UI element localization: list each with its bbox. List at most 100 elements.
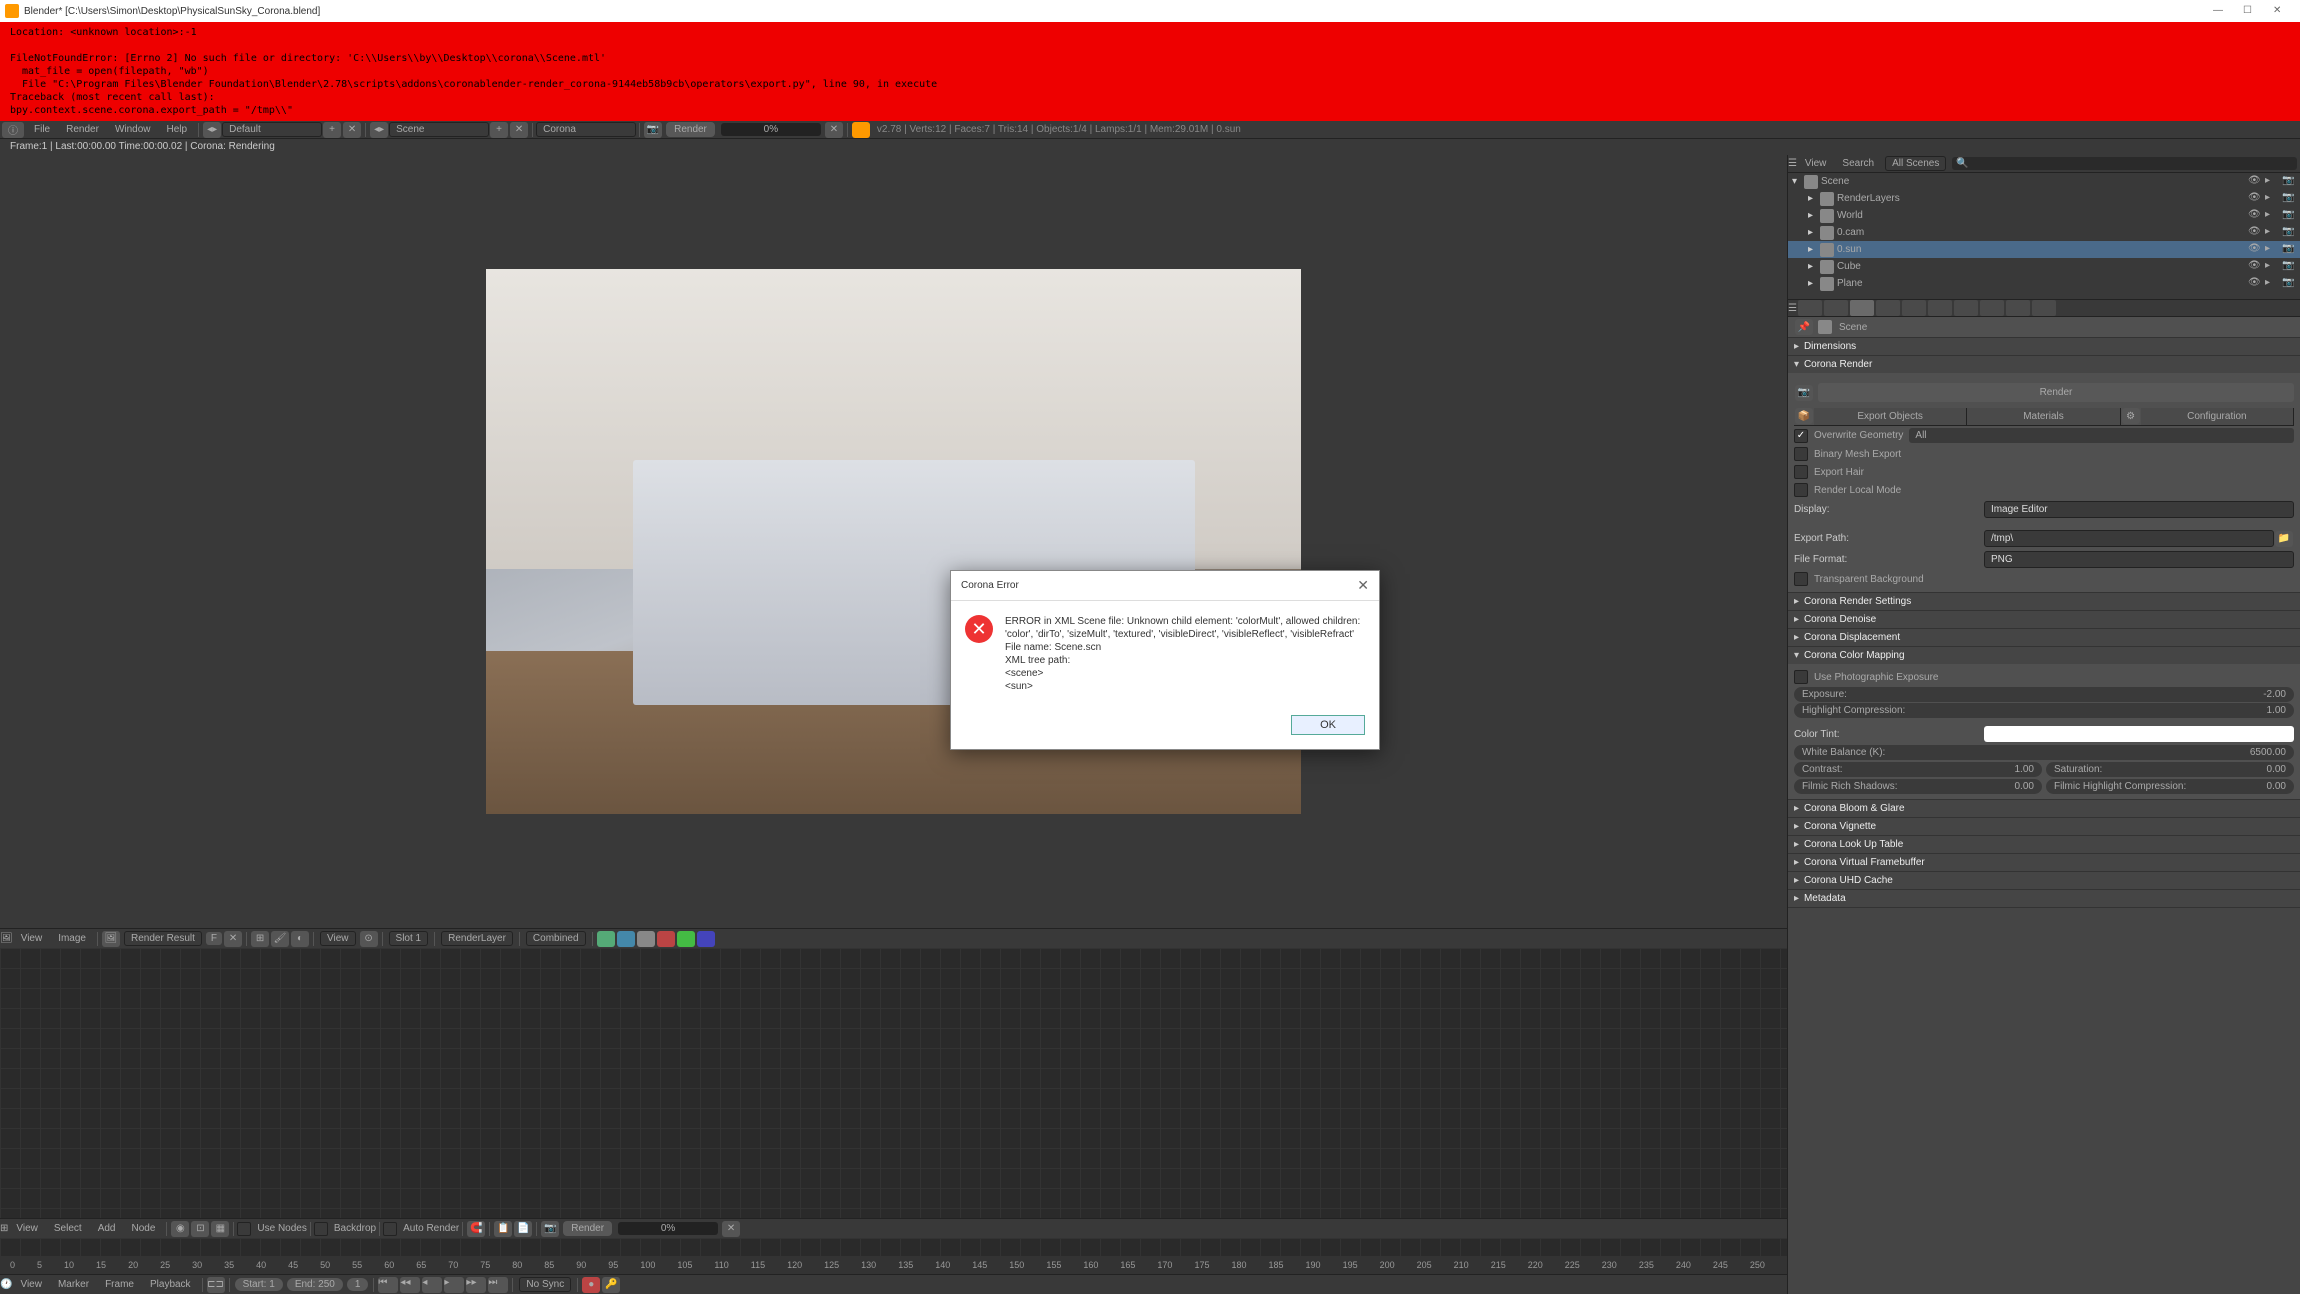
outliner-type-icon[interactable]: ☰: [1788, 158, 1797, 169]
keyframe-prev-icon[interactable]: ◂◂: [400, 1277, 420, 1293]
menu-help[interactable]: Help: [159, 124, 196, 135]
maximize-button[interactable]: ☐: [2243, 5, 2255, 17]
config-icon[interactable]: ⚙: [2122, 408, 2140, 424]
outliner-menu-search[interactable]: Search: [1834, 158, 1882, 169]
panel-color-mapping[interactable]: ▾ Corona Color Mapping: [1788, 647, 2300, 664]
panel-collapsed[interactable]: ▸Corona Virtual Framebuffer: [1788, 854, 2300, 871]
timeline-menu-view[interactable]: View: [12, 1279, 50, 1290]
tab-object[interactable]: [1902, 300, 1926, 316]
backdrop-checkbox[interactable]: [314, 1222, 328, 1236]
minimize-button[interactable]: —: [2213, 5, 2225, 17]
node-render-icon[interactable]: 📷: [541, 1221, 559, 1237]
outliner-menu-view[interactable]: View: [1797, 158, 1835, 169]
panel-collapsed[interactable]: ▸Metadata: [1788, 890, 2300, 907]
close-button[interactable]: ✕: [2273, 5, 2285, 17]
filmic-hl-field[interactable]: Filmic Highlight Compression:0.00: [2046, 779, 2294, 794]
cancel-render-icon[interactable]: ✕: [825, 122, 843, 138]
tab-physics[interactable]: [2032, 300, 2056, 316]
panel-collapsed[interactable]: ▸Corona Bloom & Glare: [1788, 800, 2300, 817]
tab-texture[interactable]: [2006, 300, 2030, 316]
uv-icon[interactable]: ⊞: [251, 931, 269, 947]
scene-remove-icon[interactable]: ✕: [510, 122, 528, 138]
menu-render[interactable]: Render: [58, 124, 107, 135]
layer-dropdown[interactable]: RenderLayer: [441, 931, 513, 946]
panel-collapsed[interactable]: ▸Corona Render Settings: [1788, 593, 2300, 610]
timeline-menu-marker[interactable]: Marker: [50, 1279, 97, 1290]
timeline-ruler[interactable]: 0510152025303540455055606570758085909510…: [0, 1256, 1787, 1274]
scene-browse-icon[interactable]: ◂▸: [370, 122, 388, 138]
tab-export-objects[interactable]: Export Objects: [1814, 408, 1967, 425]
transparent-bg-checkbox[interactable]: [1794, 572, 1808, 586]
node-menu-node[interactable]: Node: [123, 1223, 163, 1234]
tab-constraints[interactable]: [1928, 300, 1952, 316]
node-cancel-render-icon[interactable]: ✕: [722, 1221, 740, 1237]
properties-type-icon[interactable]: ☰: [1788, 303, 1797, 314]
layout-dropdown[interactable]: Default: [222, 122, 322, 137]
node-render-button[interactable]: Render: [563, 1221, 612, 1236]
node-paste-icon[interactable]: 📄: [514, 1221, 532, 1237]
compositor-nodes-icon[interactable]: ⊡: [191, 1221, 209, 1237]
tab-scene[interactable]: [1850, 300, 1874, 316]
node-editor-type-icon[interactable]: ⊞: [0, 1223, 8, 1234]
image-remove-icon[interactable]: ✕: [224, 931, 242, 947]
timeline-menu-frame[interactable]: Frame: [97, 1279, 142, 1290]
node-snap-icon[interactable]: 🧲: [467, 1221, 485, 1237]
engine-dropdown[interactable]: Corona: [536, 122, 636, 137]
slot-dropdown[interactable]: Slot 1: [389, 931, 429, 946]
keyframe-next-icon[interactable]: ▸▸: [466, 1277, 486, 1293]
mask-icon[interactable]: ◐: [291, 931, 309, 947]
play-reverse-icon[interactable]: ◂: [422, 1277, 442, 1293]
render-viewport[interactable]: [0, 155, 1787, 928]
tab-world[interactable]: [1876, 300, 1900, 316]
image-menu-view[interactable]: View: [13, 933, 51, 944]
photo-exposure-checkbox[interactable]: [1794, 670, 1808, 684]
channel-rgb-icon[interactable]: [617, 931, 635, 947]
panel-collapsed[interactable]: ▸Corona Vignette: [1788, 818, 2300, 835]
node-editor-area[interactable]: [0, 948, 1787, 1218]
file-format-dropdown[interactable]: PNG: [1984, 551, 2294, 568]
scene-dropdown[interactable]: Scene: [389, 122, 489, 137]
white-balance-field[interactable]: White Balance (K):6500.00: [1794, 745, 2294, 760]
channel-b-icon[interactable]: [697, 931, 715, 947]
jump-start-icon[interactable]: ⏮: [378, 1277, 398, 1293]
saturation-field[interactable]: Saturation:0.00: [2046, 762, 2294, 777]
node-menu-add[interactable]: Add: [90, 1223, 124, 1234]
image-pin-icon[interactable]: F: [206, 932, 222, 945]
outliner-item[interactable]: ▸Cube👁▸📷: [1788, 258, 2300, 275]
channel-r-icon[interactable]: [657, 931, 675, 947]
outliner-item[interactable]: ▸Plane👁▸📷: [1788, 275, 2300, 292]
jump-end-icon[interactable]: ⏭: [488, 1277, 508, 1293]
tab-configuration[interactable]: Configuration: [2141, 408, 2294, 425]
outliner-item[interactable]: ▸0.cam👁▸📷: [1788, 224, 2300, 241]
node-menu-view[interactable]: View: [8, 1223, 46, 1234]
outliner-filter-dropdown[interactable]: All Scenes: [1885, 156, 1946, 171]
image-editor-type-icon[interactable]: 🖼: [0, 933, 13, 944]
editor-type-icon[interactable]: ⓘ: [2, 122, 24, 138]
dialog-ok-button[interactable]: OK: [1291, 715, 1365, 735]
panel-collapsed[interactable]: ▸Corona Displacement: [1788, 629, 2300, 646]
menu-file[interactable]: File: [26, 124, 58, 135]
tab-data[interactable]: [1954, 300, 1978, 316]
menu-window[interactable]: Window: [107, 124, 159, 135]
tab-materials[interactable]: Materials: [1967, 408, 2120, 425]
auto-render-checkbox[interactable]: [383, 1222, 397, 1236]
corona-render-button[interactable]: Render: [1818, 383, 2294, 402]
image-browse-icon[interactable]: 🖼: [102, 931, 120, 947]
outliner-item[interactable]: ▸RenderLayers👁▸📷: [1788, 190, 2300, 207]
shadows-field[interactable]: Filmic Rich Shadows:0.00: [1794, 779, 2042, 794]
dialog-close-icon[interactable]: ✕: [1357, 577, 1369, 594]
outliner-item[interactable]: ▸0.sun👁▸📷: [1788, 241, 2300, 258]
overwrite-checkbox[interactable]: [1794, 429, 1808, 443]
timeline-type-icon[interactable]: 🕐: [0, 1279, 12, 1290]
contrast-field[interactable]: Contrast:1.00: [1794, 762, 2042, 777]
panel-collapsed[interactable]: ▸Corona Denoise: [1788, 611, 2300, 628]
paint-icon[interactable]: 🖌: [271, 931, 289, 947]
texture-nodes-icon[interactable]: ▦: [211, 1221, 229, 1237]
binary-checkbox[interactable]: [1794, 447, 1808, 461]
pin-icon[interactable]: 📌: [1795, 319, 1813, 335]
node-menu-select[interactable]: Select: [46, 1223, 90, 1234]
export-objects-icon[interactable]: 📦: [1795, 408, 1813, 424]
channel-rgba-icon[interactable]: [597, 931, 615, 947]
export-path-field[interactable]: /tmp\: [1984, 530, 2274, 547]
layout-add-icon[interactable]: +: [323, 122, 341, 138]
